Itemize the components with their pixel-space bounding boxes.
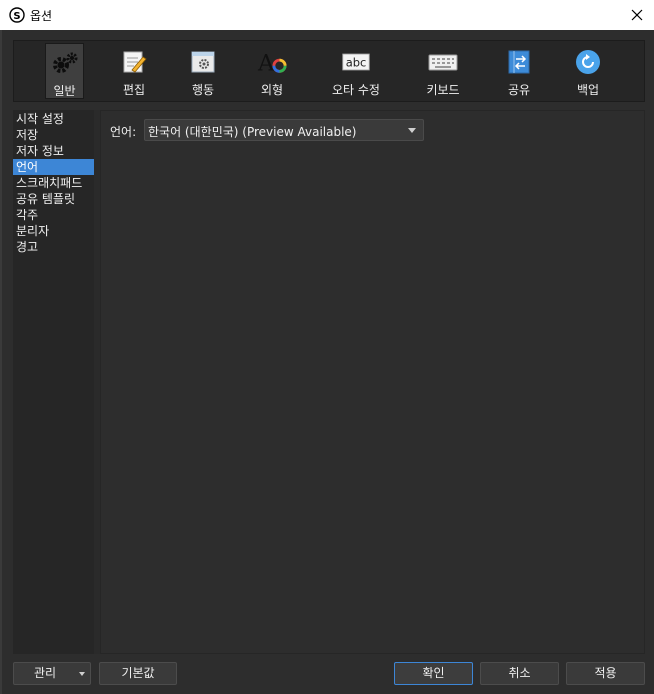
- tab-keyboard[interactable]: 키보드: [419, 41, 467, 101]
- chevron-down-icon: [79, 672, 85, 676]
- category-item-language[interactable]: 언어: [13, 159, 94, 175]
- tab-general[interactable]: 일반: [45, 43, 84, 99]
- apply-button[interactable]: 적용: [566, 662, 645, 685]
- close-button[interactable]: [626, 4, 648, 26]
- category-item-save[interactable]: 저장: [13, 127, 94, 143]
- tab-backup[interactable]: 백업: [564, 41, 612, 101]
- window-title: 옵션: [30, 9, 53, 23]
- manage-button-label: 관리: [33, 666, 57, 680]
- tab-autocorrect-label: 오타 수정: [332, 83, 380, 97]
- tab-appearance[interactable]: A 외형: [248, 41, 296, 101]
- options-toolbar: 일반 편집 행동 A 외형 abc 오타 수정 키보드 공유 백업: [13, 40, 645, 102]
- share-arrows-icon: [504, 49, 534, 75]
- close-icon: [631, 9, 643, 21]
- tab-edit-label: 편집: [122, 83, 146, 97]
- keyboard-icon: [428, 49, 458, 75]
- tab-edit[interactable]: 편집: [110, 41, 158, 101]
- font-color-wheel-icon: A: [257, 49, 287, 75]
- language-select-value: 한국어 (대한민국) (Preview Available): [148, 125, 357, 139]
- window-frame-left: [0, 30, 2, 694]
- category-item-warnings[interactable]: 경고: [13, 239, 94, 255]
- category-item-share-templates[interactable]: 공유 템플릿: [13, 191, 94, 207]
- tab-share[interactable]: 공유: [495, 41, 543, 101]
- gears-icon: [50, 50, 80, 76]
- tab-keyboard-label: 키보드: [426, 83, 460, 97]
- category-item-author-info[interactable]: 저자 정보: [13, 143, 94, 159]
- tab-behavior[interactable]: 행동: [179, 41, 227, 101]
- tab-backup-label: 백업: [576, 83, 600, 97]
- chevron-down-icon: [408, 128, 416, 133]
- settings-content-panel: 언어: 한국어 (대한민국) (Preview Available): [100, 110, 645, 654]
- manage-button[interactable]: 관리: [13, 662, 91, 685]
- window-gear-icon: [188, 49, 218, 75]
- ok-button[interactable]: 확인: [394, 662, 473, 685]
- title-bar: S 옵션: [0, 0, 654, 30]
- category-item-scratchpad[interactable]: 스크래치패드: [13, 175, 94, 191]
- tab-appearance-label: 외형: [260, 83, 284, 97]
- defaults-button[interactable]: 기본값: [99, 662, 177, 685]
- tab-behavior-label: 행동: [191, 83, 215, 97]
- category-list: 시작 설정 저장 저자 정보 언어 스크래치패드 공유 템플릿 각주 분리자 경…: [13, 110, 94, 654]
- svg-text:A: A: [257, 50, 275, 75]
- category-item-separators[interactable]: 분리자: [13, 223, 94, 239]
- category-item-startup[interactable]: 시작 설정: [13, 111, 94, 127]
- tab-general-label: 일반: [53, 84, 76, 98]
- svg-text:abc: abc: [346, 55, 367, 69]
- app-logo-icon: S: [9, 7, 25, 23]
- abc-spellcheck-icon: abc: [341, 49, 371, 75]
- category-item-footnotes[interactable]: 각주: [13, 207, 94, 223]
- cancel-button[interactable]: 취소: [480, 662, 559, 685]
- tab-share-label: 공유: [507, 83, 531, 97]
- svg-text:S: S: [13, 11, 20, 22]
- language-select[interactable]: 한국어 (대한민국) (Preview Available): [144, 119, 424, 141]
- tab-autocorrect[interactable]: abc 오타 수정: [327, 41, 385, 101]
- language-label: 언어:: [110, 125, 137, 139]
- pencil-note-icon: [119, 49, 149, 75]
- backup-circle-icon: [573, 49, 603, 75]
